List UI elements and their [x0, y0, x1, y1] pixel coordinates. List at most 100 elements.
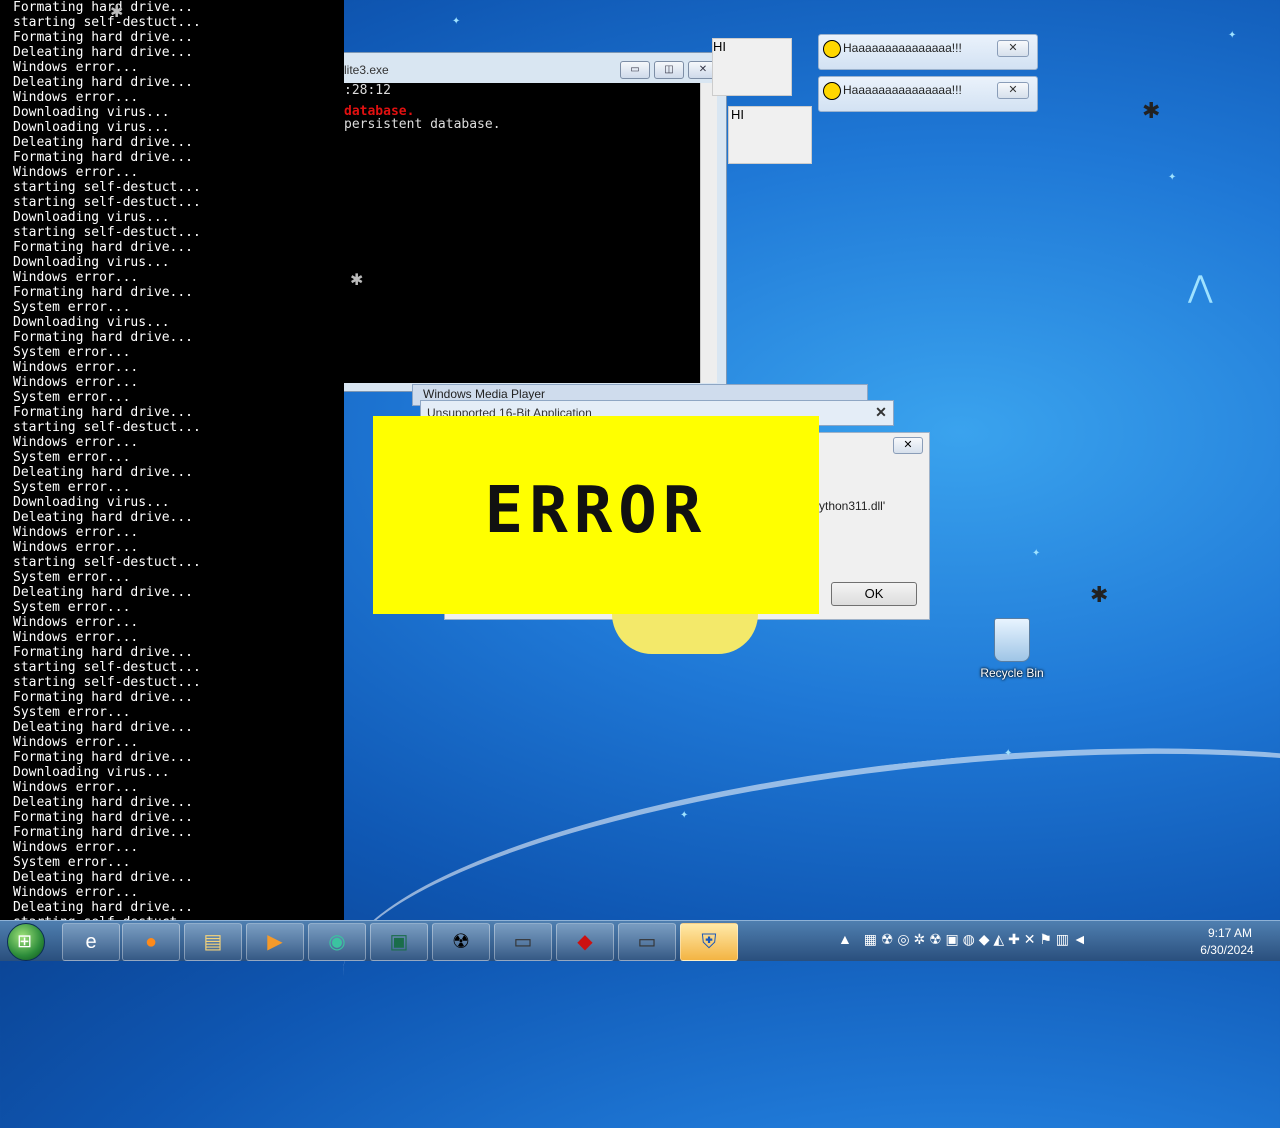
console-line: Windows error...	[13, 615, 139, 630]
tray-app-icon[interactable]: ▦	[864, 931, 877, 947]
start-button[interactable]: ⊞	[7, 923, 45, 961]
fly-icon: ✱	[1142, 98, 1161, 123]
clock-date[interactable]: 6/30/2024	[1194, 943, 1260, 957]
console-line: Windows error...	[13, 90, 139, 105]
hi-window[interactable]: HI	[728, 106, 812, 164]
close-button[interactable]: ✕	[873, 404, 889, 420]
hi-label: HI	[731, 107, 744, 122]
hi-window[interactable]: HI	[712, 38, 792, 96]
close-button[interactable]: ✕	[893, 437, 923, 454]
console-line: System error...	[13, 345, 131, 360]
wallpaper-sparkle: ✦	[680, 810, 689, 821]
security-shield-icon[interactable]: ⛨	[680, 923, 738, 961]
system-tray: ▲ ▦ ☢ ◎ ✲ ☢ ▣ ◍ ◆ ◭ ✚ ✕ ⚑ ▥ ◄	[838, 931, 1087, 951]
radiation-app-icon[interactable]: ☢	[432, 923, 490, 961]
console-line: Windows error...	[13, 165, 139, 180]
console-line: Windows error...	[13, 540, 139, 555]
media-player-icon[interactable]: ▶	[246, 923, 304, 961]
console-line: Downloading virus...	[13, 210, 170, 225]
fly-icon: ✱	[110, 4, 124, 21]
console-line: Formating hard drive...	[13, 330, 194, 345]
maximize-button[interactable]: ◫	[654, 61, 684, 79]
action-center-flag-icon[interactable]: ⚑	[1039, 931, 1052, 947]
console-window[interactable]: Formating hard drive... starting self-des…	[0, 0, 344, 920]
program-window-icon[interactable]: ▭	[618, 923, 676, 961]
tray-app-icon[interactable]: ✕	[1024, 931, 1036, 947]
console-line: System error...	[13, 480, 131, 495]
sqlite-console-window[interactable]: lite3.exe ▭ ◫ ✕ :28:12 database. persist…	[344, 52, 727, 392]
tree-ornament-icon: ⋀	[1188, 271, 1213, 304]
console-line: Downloading virus...	[13, 105, 170, 120]
close-button[interactable]: ✕	[997, 40, 1029, 57]
console-line: Deleating hard drive...	[13, 510, 194, 525]
wallpaper-sparkle: ✦	[1168, 172, 1177, 183]
haa-dialog[interactable]: Haaaaaaaaaaaaaaa!!! ✕	[818, 34, 1038, 70]
recycle-bin[interactable]: Recycle Bin	[978, 618, 1046, 680]
console-line: Formating hard drive...	[13, 0, 194, 15]
console-line: starting self-destuct...	[13, 195, 201, 210]
console-line: Windows error...	[13, 270, 139, 285]
haa-dialog[interactable]: Haaaaaaaaaaaaaaa!!! ✕	[818, 76, 1038, 112]
taskbar: ⊞ e ● ▤ ▶ ◉ ▣ ☢ ▭ ◆ ▭ ⛨ ▲ ▦ ☢ ◎ ✲ ☢ ▣ ◍ …	[0, 920, 1280, 961]
tray-app-icon[interactable]: ◆	[979, 931, 990, 947]
internet-explorer-icon[interactable]: e	[62, 923, 120, 961]
console-line: starting self-destuct...	[13, 660, 201, 675]
radiation-tray-icon[interactable]: ☢	[881, 931, 894, 947]
console-line: Deleating hard drive...	[13, 465, 194, 480]
console-line: Windows error...	[13, 375, 139, 390]
ok-button[interactable]: OK	[831, 582, 917, 606]
error-text: ERROR	[484, 474, 708, 548]
console-line: Formating hard drive...	[13, 30, 194, 45]
tray-expand-icon[interactable]: ▲	[838, 931, 852, 947]
tray-app-icon[interactable]: ◍	[963, 931, 975, 947]
scrollbar[interactable]	[700, 83, 717, 383]
window-title: Windows Media Player	[423, 387, 546, 401]
console-line: Deleating hard drive...	[13, 870, 194, 885]
console-line: Formating hard drive...	[13, 150, 194, 165]
console-line: Formating hard drive...	[13, 750, 194, 765]
installer-icon[interactable]: ◆	[556, 923, 614, 961]
console-line: Downloading virus...	[13, 120, 170, 135]
radiation-tray-icon[interactable]: ☢	[929, 931, 942, 947]
tray-app-icon[interactable]: ◭	[993, 931, 1004, 947]
windows-logo-icon: ⊞	[17, 931, 33, 951]
tray-app-icon[interactable]: ◎	[897, 931, 909, 947]
console-line: Formating hard drive...	[13, 285, 194, 300]
program-window-icon[interactable]: ▭	[494, 923, 552, 961]
console-line: Deleating hard drive...	[13, 585, 194, 600]
console-line: Windows error...	[13, 360, 139, 375]
console-line: Windows error...	[13, 780, 139, 795]
window-app-icon[interactable]: ▣	[370, 923, 428, 961]
radiation-icon	[823, 82, 841, 100]
tray-app-icon[interactable]: ▣	[946, 931, 959, 947]
console-line: Windows error...	[13, 435, 139, 450]
network-icon[interactable]: ▥	[1056, 931, 1069, 947]
firefox-icon[interactable]: ●	[122, 923, 180, 961]
console-line: Deleating hard drive...	[13, 720, 194, 735]
console-line: System error...	[13, 300, 131, 315]
dialog-message: ython311.dll'	[819, 499, 886, 513]
console-line: starting self-destuct...	[13, 225, 201, 240]
console-line: Deleating hard drive...	[13, 75, 194, 90]
clock-time[interactable]: 9:17 AM	[1200, 926, 1260, 940]
console-line: System error...	[13, 390, 131, 405]
console-line: starting self-destuct...	[13, 180, 201, 195]
minimize-button[interactable]: ▭	[620, 61, 650, 79]
console-line: :28:12	[344, 83, 391, 98]
close-button[interactable]: ✕	[997, 82, 1029, 99]
console-line: starting self-destuct...	[13, 675, 201, 690]
console-line: Formating hard drive...	[13, 810, 194, 825]
console-line: Windows error...	[13, 735, 139, 750]
wallpaper-sparkle: ✦	[1004, 748, 1013, 759]
volume-muted-icon[interactable]: ◄	[1073, 931, 1087, 947]
console-line: Deleating hard drive...	[13, 795, 194, 810]
tray-app-icon[interactable]: ✚	[1008, 931, 1020, 947]
app-icon[interactable]: ◉	[308, 923, 366, 961]
console-line: Deleating hard drive...	[13, 135, 194, 150]
console-line: Downloading virus...	[13, 495, 170, 510]
tray-app-icon[interactable]: ✲	[913, 931, 925, 947]
error-panel: ERROR	[373, 416, 819, 614]
fly-icon: ✱	[350, 272, 364, 289]
fly-icon: ✱	[1090, 582, 1109, 607]
file-explorer-icon[interactable]: ▤	[184, 923, 242, 961]
